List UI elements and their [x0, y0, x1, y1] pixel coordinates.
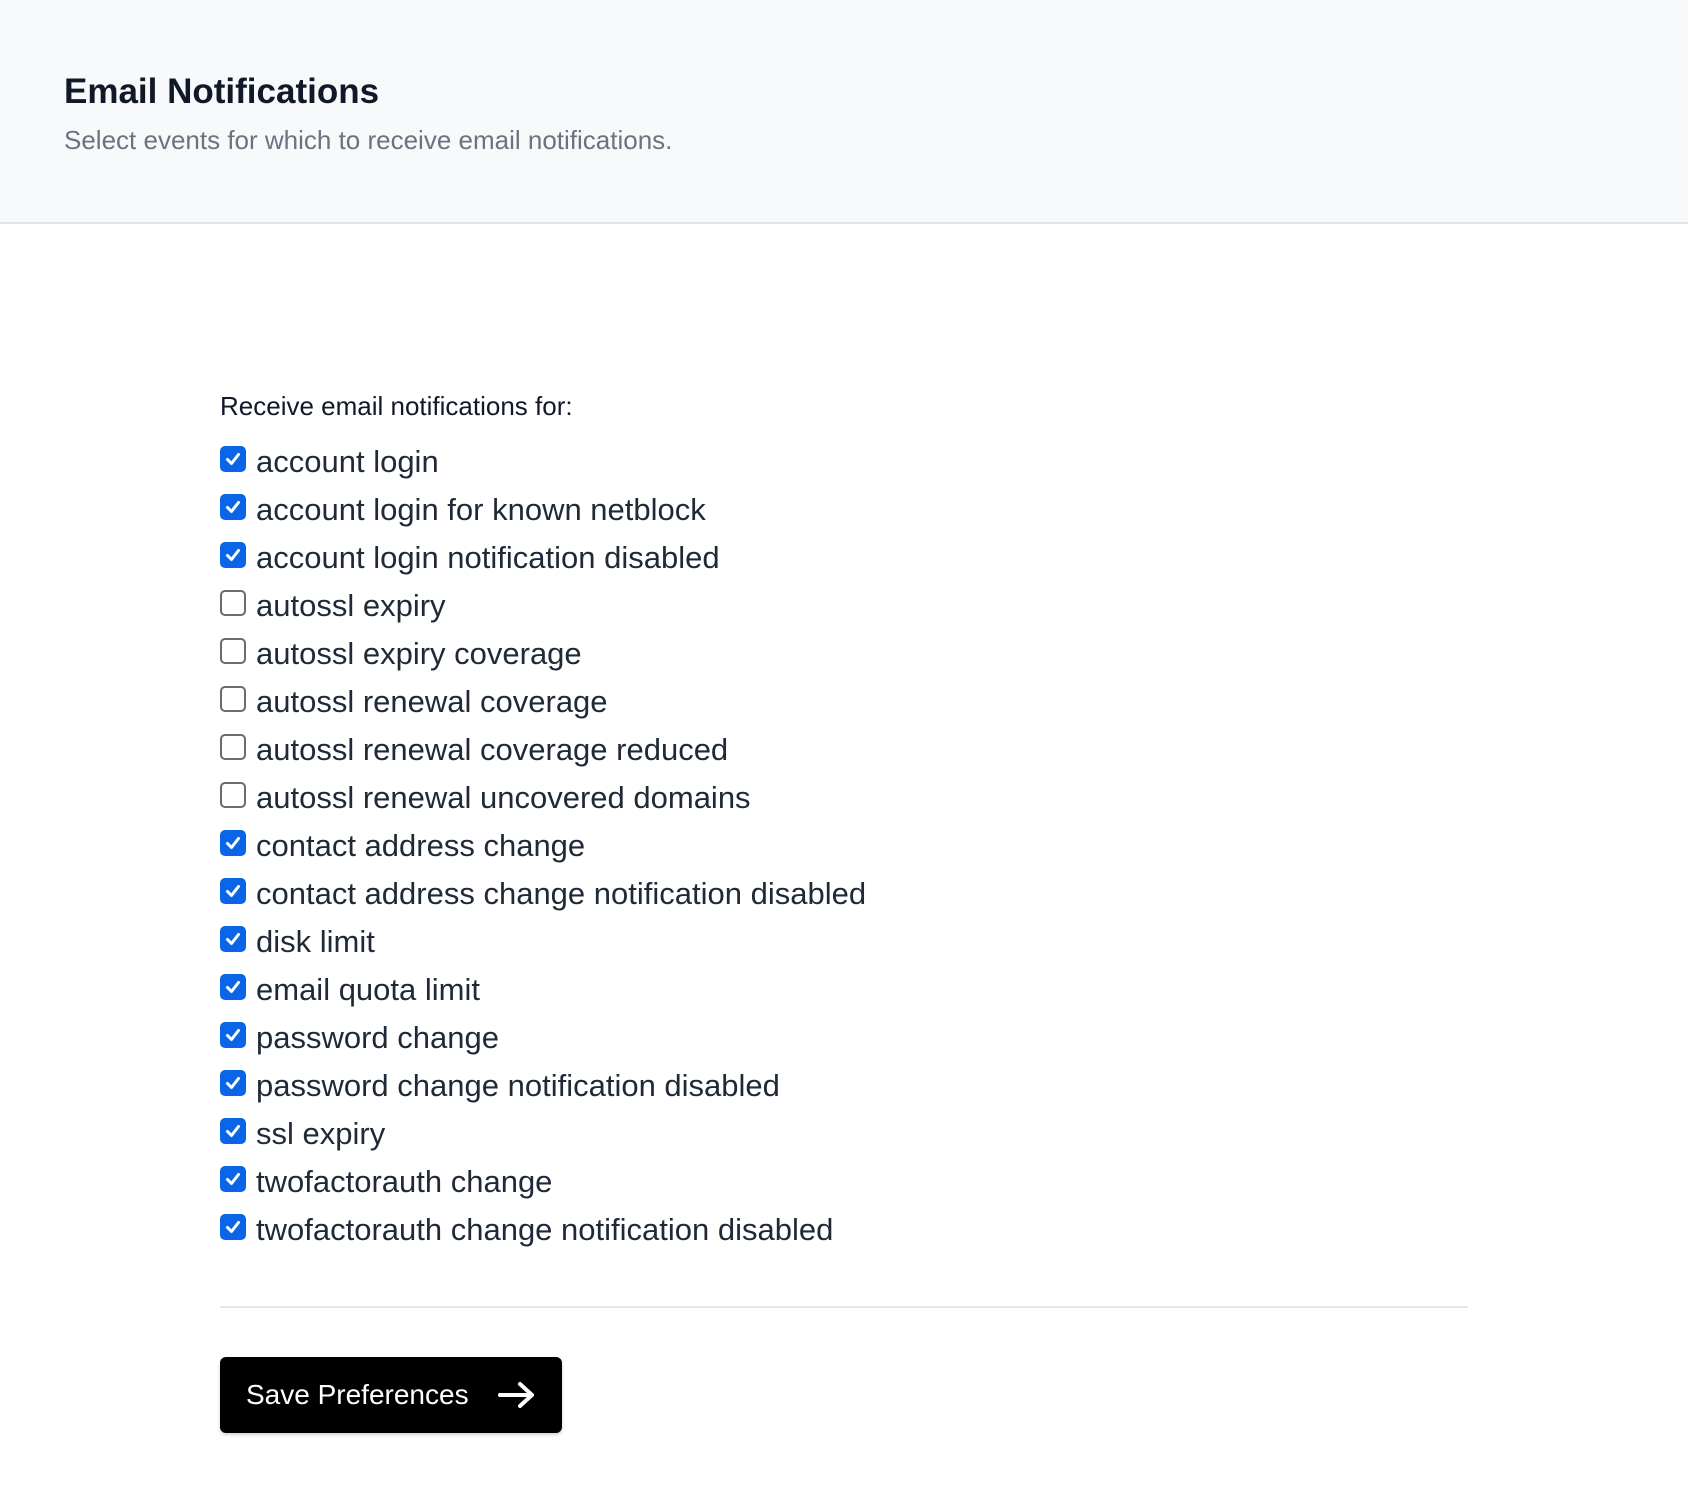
checkbox[interactable]: [220, 926, 246, 952]
notification-form: Receive email notifications for: account…: [220, 388, 1468, 1254]
option-label: password change notification disabled: [256, 1068, 780, 1103]
checkmark-icon: [226, 933, 240, 945]
checkbox[interactable]: [220, 1214, 246, 1240]
notification-option[interactable]: autossl renewal coverage: [220, 678, 1468, 726]
save-preferences-button[interactable]: Save Preferences: [220, 1357, 562, 1433]
option-label: autossl renewal coverage reduced: [256, 732, 729, 767]
notification-option[interactable]: ssl expiry: [220, 1110, 1468, 1158]
option-label: ssl expiry: [256, 1116, 386, 1151]
option-label: account login for known netblock: [256, 492, 706, 527]
option-label: contact address change: [256, 828, 586, 863]
notification-option[interactable]: autossl expiry coverage: [220, 630, 1468, 678]
notification-option[interactable]: account login for known netblock: [220, 486, 1468, 534]
checkbox[interactable]: [220, 542, 246, 568]
option-label: autossl expiry coverage: [256, 636, 582, 671]
notification-option[interactable]: password change: [220, 1014, 1468, 1062]
checkmark-icon: [226, 1173, 240, 1185]
checkbox[interactable]: [220, 734, 246, 760]
notification-option[interactable]: autossl renewal coverage reduced: [220, 726, 1468, 774]
checkbox[interactable]: [220, 830, 246, 856]
option-label: twofactorauth change: [256, 1164, 553, 1199]
checkmark-icon: [226, 453, 240, 465]
option-label: autossl renewal coverage: [256, 684, 608, 719]
checkbox[interactable]: [220, 878, 246, 904]
option-label: autossl expiry: [256, 588, 446, 623]
page-title: Email Notifications: [64, 72, 380, 111]
checkmark-icon: [226, 1125, 240, 1137]
notification-option[interactable]: account login: [220, 438, 1468, 486]
notification-option[interactable]: contact address change notification disa…: [220, 870, 1468, 918]
option-label: password change: [256, 1020, 499, 1055]
notification-option[interactable]: disk limit: [220, 918, 1468, 966]
notification-option[interactable]: password change notification disabled: [220, 1062, 1468, 1110]
notification-option[interactable]: twofactorauth change: [220, 1158, 1468, 1206]
checkbox[interactable]: [220, 1070, 246, 1096]
save-button-label: Save Preferences: [246, 1379, 469, 1410]
page-subtitle: Select events for which to receive email…: [64, 125, 673, 155]
checkbox[interactable]: [220, 1166, 246, 1192]
checkmark-icon: [226, 1077, 240, 1089]
checkbox[interactable]: [220, 638, 246, 664]
notification-option[interactable]: twofactorauth change notification disabl…: [220, 1206, 1468, 1254]
checkbox[interactable]: [220, 1118, 246, 1144]
checkbox[interactable]: [220, 494, 246, 520]
arrow-right-icon: [497, 1380, 537, 1410]
checkmark-icon: [226, 549, 240, 561]
notification-option[interactable]: autossl renewal uncovered domains: [220, 774, 1468, 822]
notification-options-list: account login account login for known net…: [220, 438, 1468, 1254]
notification-option[interactable]: account login notification disabled: [220, 534, 1468, 582]
option-label: autossl renewal uncovered domains: [256, 780, 751, 815]
option-label: disk limit: [256, 924, 375, 959]
checkmark-icon: [226, 837, 240, 849]
checkbox[interactable]: [220, 782, 246, 808]
checkbox[interactable]: [220, 974, 246, 1000]
option-label: twofactorauth change notification disabl…: [256, 1212, 834, 1247]
checkmark-icon: [226, 1221, 240, 1233]
checkbox[interactable]: [220, 686, 246, 712]
checkmark-icon: [226, 1029, 240, 1041]
option-label: email quota limit: [256, 972, 480, 1007]
checkbox[interactable]: [220, 446, 246, 472]
notification-option[interactable]: contact address change: [220, 822, 1468, 870]
checkmark-icon: [226, 501, 240, 513]
checkbox[interactable]: [220, 1022, 246, 1048]
notification-option[interactable]: email quota limit: [220, 966, 1468, 1014]
checkbox[interactable]: [220, 590, 246, 616]
divider: [220, 1306, 1468, 1308]
option-label: account login notification disabled: [256, 540, 720, 575]
page-header: Email Notifications Select events for wh…: [0, 0, 1688, 224]
checkmark-icon: [226, 885, 240, 897]
option-label: contact address change notification disa…: [256, 876, 867, 911]
section-label: Receive email notifications for:: [220, 391, 573, 421]
option-label: account login: [256, 444, 439, 479]
notification-option[interactable]: autossl expiry: [220, 582, 1468, 630]
checkmark-icon: [226, 981, 240, 993]
